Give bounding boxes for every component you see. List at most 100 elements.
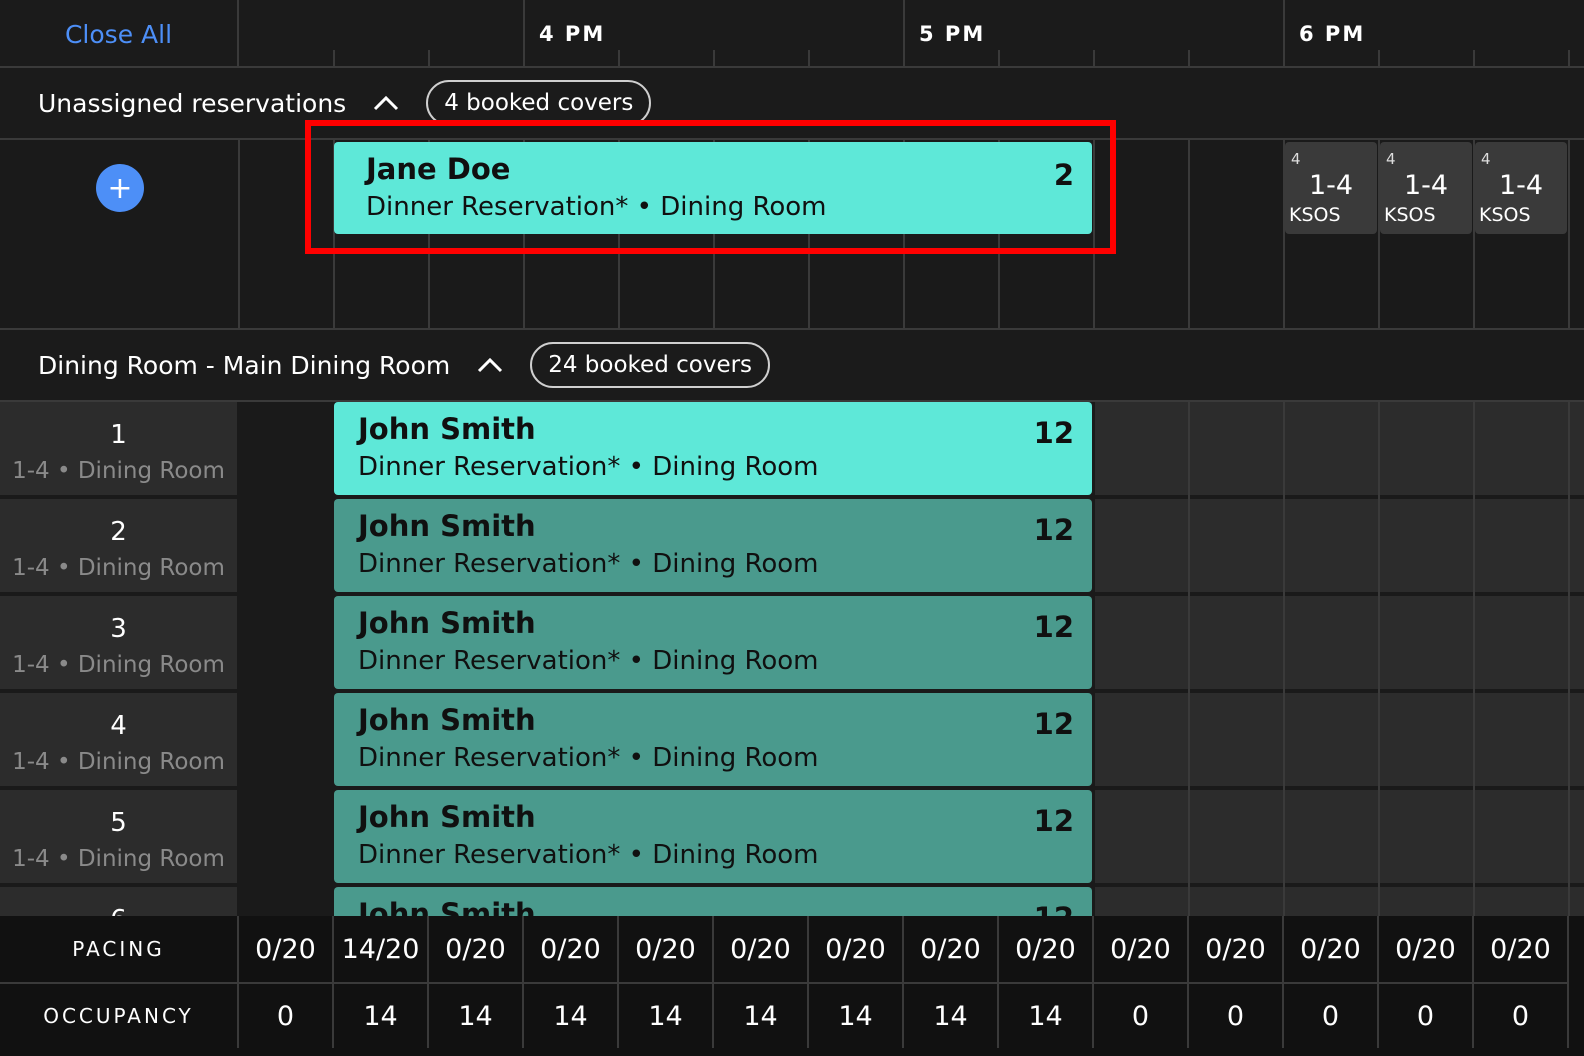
reservation-party-size: 12 bbox=[1033, 707, 1074, 741]
table-row-empty-slots[interactable] bbox=[1095, 402, 1584, 497]
time-tick bbox=[618, 50, 620, 66]
dining-section-title: Dining Room - Main Dining Room bbox=[38, 350, 451, 380]
reservation-name: John Smith bbox=[358, 897, 536, 916]
pacing-value: 0/20 bbox=[1284, 916, 1379, 982]
reservation-card-john-smith[interactable]: John Smith Dinner Reservation* • Dining R… bbox=[334, 596, 1092, 689]
grid-line bbox=[238, 140, 240, 330]
annotation-highlight-box bbox=[305, 120, 1116, 254]
pacing-value: 0/20 bbox=[1189, 916, 1284, 982]
pacing-value: 0/20 bbox=[239, 916, 334, 982]
slot-capacity: 4 bbox=[1291, 150, 1301, 168]
reservation-name: John Smith bbox=[358, 509, 536, 543]
occupancy-value: 14 bbox=[809, 982, 904, 1048]
reservation-card-john-smith[interactable]: John Smith Dinner Reservation* • Dining R… bbox=[334, 693, 1092, 786]
time-slot-card[interactable]: 4 1-4 KSOS bbox=[1380, 142, 1472, 234]
reservation-card-john-smith[interactable]: John Smith Dinner Reservation* • Dining R… bbox=[334, 790, 1092, 883]
table-row-label[interactable]: 3 1-4 • Dining Room bbox=[0, 596, 237, 691]
occupancy-value: 0 bbox=[239, 982, 334, 1048]
reservation-party-size: 12 bbox=[1033, 416, 1074, 450]
pacing-value: 14/20 bbox=[334, 916, 429, 982]
table-row-empty-slots[interactable] bbox=[1095, 693, 1584, 788]
slot-capacity: 4 bbox=[1481, 150, 1491, 168]
time-tick bbox=[1378, 50, 1380, 66]
table-number: 4 bbox=[110, 711, 127, 741]
time-tick bbox=[1188, 50, 1190, 66]
time-tick bbox=[808, 50, 810, 66]
hour-label-4pm: 4 PM bbox=[539, 22, 606, 46]
slot-tag: KSOS bbox=[1384, 204, 1436, 226]
pacing-value: 0/20 bbox=[429, 916, 524, 982]
occupancy-value: 14 bbox=[334, 982, 429, 1048]
dining-table-rows: 1 1-4 • Dining Room John Smith Dinner Reser… bbox=[0, 402, 1584, 916]
time-tick bbox=[1473, 50, 1475, 66]
pacing-value: 0/20 bbox=[714, 916, 809, 982]
table-row-label[interactable]: 4 1-4 • Dining Room bbox=[0, 693, 237, 788]
reservation-name: John Smith bbox=[358, 800, 536, 834]
table-row-label[interactable]: 6 bbox=[0, 887, 237, 916]
table-description: 1-4 • Dining Room bbox=[12, 458, 225, 484]
table-row-label[interactable]: 2 1-4 • Dining Room bbox=[0, 499, 237, 594]
hour-label-5pm: 5 PM bbox=[919, 22, 986, 46]
hour-divider bbox=[903, 0, 905, 66]
unassigned-section-title: Unassigned reservations bbox=[38, 88, 347, 118]
table-number: 2 bbox=[110, 517, 127, 547]
pacing-value: 0/20 bbox=[619, 916, 714, 982]
slot-capacity: 4 bbox=[1386, 150, 1396, 168]
table-description: 1-4 • Dining Room bbox=[12, 749, 225, 775]
occupancy-value: 14 bbox=[999, 982, 1094, 1048]
hour-divider bbox=[523, 0, 525, 66]
pacing-value: 0/20 bbox=[809, 916, 904, 982]
reservation-detail: Dinner Reservation* • Dining Room bbox=[358, 743, 819, 773]
occupancy-label: OCCUPANCY bbox=[0, 982, 239, 1048]
time-slot-card[interactable]: 4 1-4 KSOS bbox=[1475, 142, 1567, 234]
table-row-label[interactable]: 1 1-4 • Dining Room bbox=[0, 402, 237, 497]
reservation-card-john-smith[interactable]: John Smith Dinner Reservation* • Dining R… bbox=[334, 402, 1092, 495]
pacing-value: 0/20 bbox=[904, 916, 999, 982]
time-tick bbox=[1093, 50, 1095, 66]
table-number: 1 bbox=[110, 420, 127, 450]
time-tick bbox=[1568, 50, 1570, 66]
occupancy-value: 14 bbox=[524, 982, 619, 1048]
reservation-card-john-smith[interactable]: John Smith 12 bbox=[334, 887, 1092, 916]
table-row-empty-slots[interactable] bbox=[1095, 596, 1584, 691]
occupancy-value: 14 bbox=[429, 982, 524, 1048]
table-number: 6 bbox=[0, 905, 237, 916]
time-slot-card[interactable]: 4 1-4 KSOS bbox=[1285, 142, 1377, 234]
time-tick bbox=[428, 50, 430, 66]
table-row-empty-slots[interactable] bbox=[1095, 790, 1584, 885]
hour-divider bbox=[1283, 0, 1285, 66]
chevron-up-icon[interactable] bbox=[370, 87, 402, 119]
table-row-empty-slots[interactable] bbox=[1095, 499, 1584, 594]
occupancy-value: 0 bbox=[1189, 982, 1284, 1048]
occupancy-value: 0 bbox=[1094, 982, 1189, 1048]
time-tick bbox=[713, 50, 715, 66]
reservation-detail: Dinner Reservation* • Dining Room bbox=[358, 840, 819, 870]
table-number: 3 bbox=[110, 614, 127, 644]
pacing-value: 0/20 bbox=[1379, 916, 1474, 982]
occupancy-value: 0 bbox=[1284, 982, 1379, 1048]
occupancy-value: 14 bbox=[904, 982, 999, 1048]
time-tick bbox=[998, 50, 1000, 66]
pacing-label: PACING bbox=[0, 916, 239, 982]
grid-line bbox=[1473, 402, 1475, 916]
table-row-label[interactable]: 5 1-4 • Dining Room bbox=[0, 790, 237, 885]
slot-range: 1-4 bbox=[1308, 170, 1354, 201]
reservation-name: John Smith bbox=[358, 606, 536, 640]
slot-tag: KSOS bbox=[1479, 204, 1531, 226]
grid-line bbox=[1188, 402, 1190, 916]
reservation-party-size: 12 bbox=[1033, 804, 1074, 838]
grid-line bbox=[1188, 140, 1190, 330]
table-row-empty-slots[interactable] bbox=[1095, 887, 1584, 916]
chevron-up-icon[interactable] bbox=[474, 349, 506, 381]
table-description: 1-4 • Dining Room bbox=[12, 846, 225, 872]
grid-line bbox=[1568, 402, 1570, 916]
slot-range: 1-4 bbox=[1403, 170, 1449, 201]
grid-line bbox=[1568, 140, 1570, 330]
reservation-card-john-smith[interactable]: John Smith Dinner Reservation* • Dining R… bbox=[334, 499, 1092, 592]
grid-line bbox=[1378, 402, 1380, 916]
table-description: 1-4 • Dining Room bbox=[12, 555, 225, 581]
add-reservation-button[interactable]: + bbox=[96, 164, 144, 212]
dining-covers-badge: 24 booked covers bbox=[530, 342, 771, 388]
table-number: 5 bbox=[110, 808, 127, 838]
close-all-button[interactable]: Close All bbox=[0, 0, 239, 68]
